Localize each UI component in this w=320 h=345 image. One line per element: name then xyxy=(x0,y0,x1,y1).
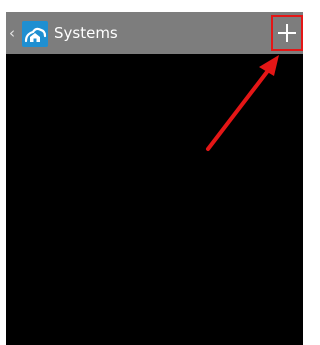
page-title: Systems xyxy=(54,24,118,42)
app-screen: ‹ Systems xyxy=(6,12,303,345)
back-chevron-icon[interactable]: ‹ xyxy=(9,12,15,54)
systems-list-empty xyxy=(6,54,303,345)
plus-icon xyxy=(278,24,296,42)
add-system-button[interactable] xyxy=(271,15,303,51)
action-bar: ‹ Systems xyxy=(6,12,303,54)
cloud-house-icon[interactable] xyxy=(22,21,48,47)
